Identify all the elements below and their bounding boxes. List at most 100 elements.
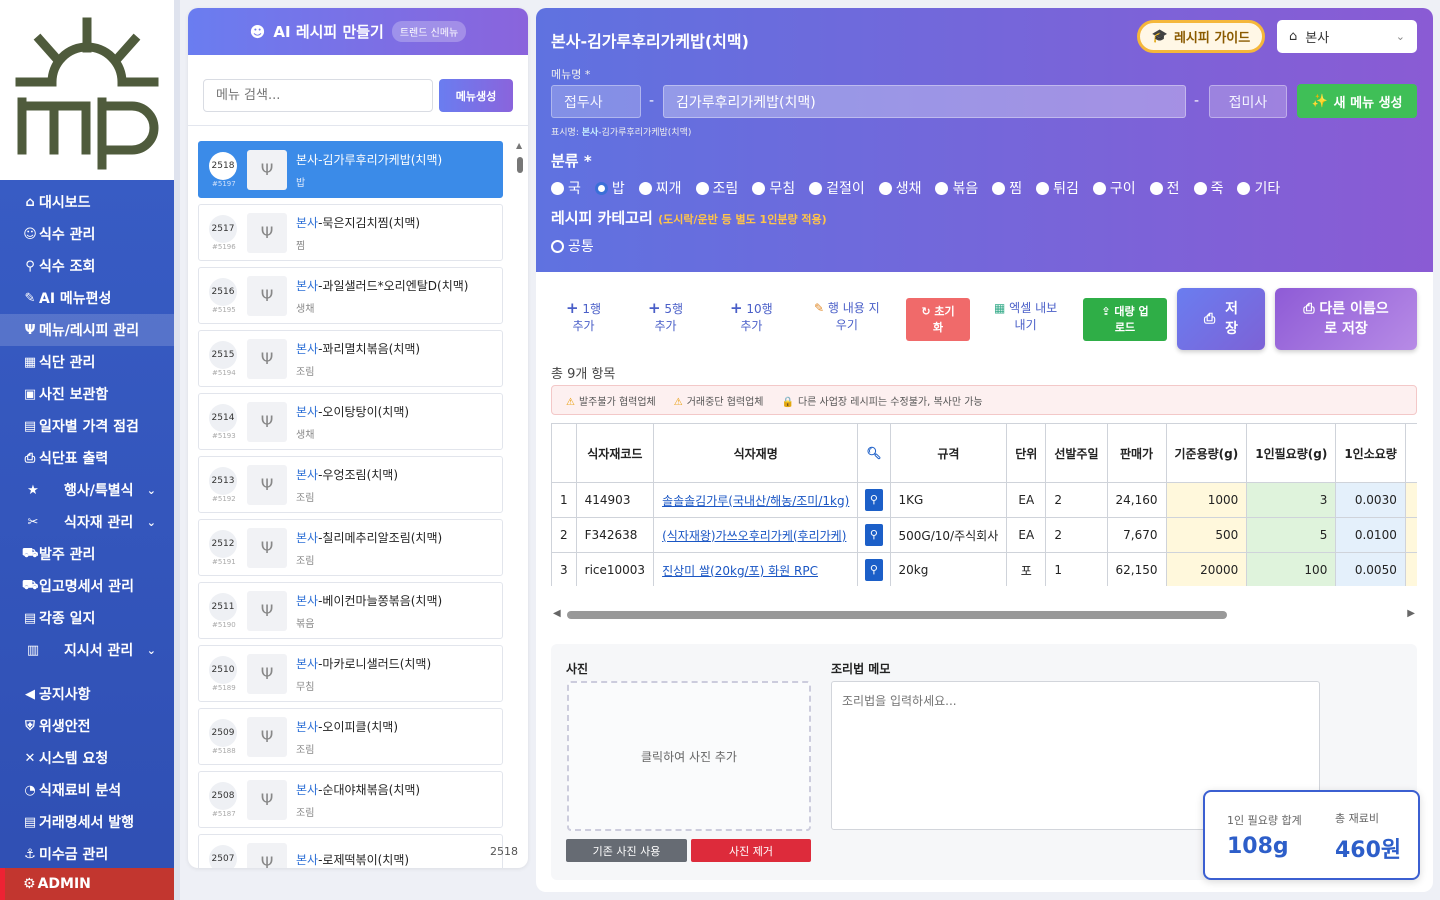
category-radio[interactable]: 찌개 <box>638 178 682 198</box>
table-horizontal-scrollbar[interactable]: ◀ ▶ <box>551 608 1417 622</box>
clear-rows-button[interactable]: ✎ 행 내용 지 우기 <box>814 300 880 334</box>
table-header[interactable]: 판매가 <box>1106 423 1167 483</box>
recipe-name: 본사-마카로니샐러드(치맥) <box>296 656 432 671</box>
category-radio[interactable]: 볶음 <box>935 178 978 198</box>
sidebar-item[interactable]: ▤ 각종 일지 <box>0 602 174 634</box>
sidebar-item[interactable]: ⛨ 위생안전 <box>0 710 174 742</box>
table-header[interactable]: 🔍︎ <box>857 423 891 483</box>
table-header[interactable]: 식자재코드 <box>575 423 655 483</box>
ingredient-name-link[interactable]: 진상미 쌀(20kg/포) 화원 RPC <box>653 552 859 586</box>
recipe-list-item[interactable]: 2511 #5190 Ψ 본사-베이컨마늘쫑볶음(치맥) 볶음 <box>198 582 503 639</box>
table-header[interactable]: 선발주일 <box>1045 423 1108 483</box>
sidebar-item[interactable]: ▦ 식단 관리 <box>0 346 174 378</box>
sidebar-item[interactable]: ▣ 사진 보관함 <box>0 378 174 410</box>
table-row[interactable]: 1 414903 솔솔솔김가루(국내산/해농/조미/1kg) ⚲ 1KG EA 2 24,16… <box>551 482 1417 518</box>
save-as-button[interactable]: ⎙ 다른 이름으 로 저장 <box>1275 288 1417 350</box>
category-radio[interactable]: 죽 <box>1193 178 1223 198</box>
recipe-id: #5192 <box>212 495 236 503</box>
add-5-rows-button[interactable]: + 5행 추가 <box>648 300 683 335</box>
sidebar-item[interactable]: Ψ 메뉴/레시피 관리 <box>0 314 174 346</box>
sidebar-scrollbar[interactable] <box>174 0 180 900</box>
sidebar-item[interactable]: ☺ 식수 관리 <box>0 218 174 250</box>
table-row[interactable]: 2 F342638 (식자재왕)가쓰오후리가케(후리가케) ⚲ 500G/10/주식회사… <box>551 517 1417 553</box>
table-header[interactable]: 단위 <box>1006 423 1047 483</box>
sidebar-item[interactable]: ◀ 공지사항 <box>0 678 174 710</box>
sidebar-item[interactable]: ▤ 거래명세서 발행 <box>0 806 174 838</box>
sidebar-item[interactable]: ▥ 지시서 관리 ⌄ <box>0 634 174 666</box>
sidebar-item[interactable]: ⛟ 발주 관리 <box>0 538 174 570</box>
table-header[interactable]: 1인필요량(g) <box>1246 423 1337 483</box>
sidebar-item[interactable]: ✎ AI 메뉴편성 <box>0 282 174 314</box>
recipe-list-item[interactable]: 2514 #5193 Ψ 본사-오이탕탕이(치맥) 생채 <box>198 393 503 450</box>
table-header[interactable]: 규격 <box>889 423 1008 483</box>
category-radio[interactable]: 국 <box>551 178 581 198</box>
search-icon[interactable]: ⚲ <box>864 524 883 546</box>
ingredient-search-button[interactable]: ⚲ <box>857 552 891 586</box>
sidebar-item[interactable]: ★ 행사/특별식 ⌄ <box>0 474 174 506</box>
category-radio[interactable]: 밥 <box>594 178 625 198</box>
ingredient-search-button[interactable]: ⚲ <box>857 517 891 553</box>
category-radio[interactable]: 생채 <box>878 178 921 198</box>
search-icon[interactable]: ⚲ <box>864 489 883 511</box>
table-header[interactable]: 식자재명 <box>653 423 859 483</box>
table-header[interactable] <box>551 423 577 483</box>
category-radio[interactable]: 겉절이 <box>809 178 865 198</box>
recipe-list-item[interactable]: 2509 #5188 Ψ 본사-오이피클(치맥) 조림 <box>198 708 503 765</box>
sidebar-item[interactable]: ⎙ 식단표 출력 <box>0 442 174 474</box>
prefix-input[interactable]: 접두사 <box>551 85 641 118</box>
menu-name-input[interactable]: 김가루후리가케밥(치맥) <box>663 85 1186 118</box>
category-radio[interactable]: 전 <box>1149 178 1180 198</box>
sidebar-item[interactable]: ⚓ 미수금 관리 <box>0 838 174 870</box>
category-radio[interactable]: 구이 <box>1092 178 1136 198</box>
bulk-upload-button[interactable]: ⇪ 대량 업 로드 <box>1083 298 1167 341</box>
category-radio[interactable]: 무침 <box>752 178 795 198</box>
table-header[interactable]: 1인소요량 <box>1335 423 1406 483</box>
remove-photo-button[interactable]: 사진 제거 <box>691 839 811 862</box>
sidebar-item[interactable]: ◔ 식재료비 분석 <box>0 774 174 806</box>
sidebar-item[interactable]: ✕ 시스템 요청 <box>0 742 174 774</box>
recipe-list-item[interactable]: 2507 Ψ 본사-로제떡볶이(치맥) <box>198 834 503 868</box>
recipe-list-item[interactable]: 2513 #5192 Ψ 본사-우엉조림(치맥) 조림 <box>198 456 503 513</box>
add-1-row-button[interactable]: + 1행 추가 <box>566 300 601 335</box>
menu-search-input[interactable] <box>203 79 433 112</box>
sidebar-item-label: 미수금 관리 <box>39 847 109 863</box>
use-old-photo-button[interactable]: 기존 사진 사용 <box>566 839 687 862</box>
excel-export-button[interactable]: ▦ 엑셀 내보 내기 <box>994 300 1057 334</box>
location-select[interactable]: ⌂ 본사 ⌄ <box>1277 20 1417 53</box>
sidebar-item[interactable]: ⚲ 식수 조회 <box>0 250 174 282</box>
add-10-rows-button[interactable]: + 10행 추가 <box>730 300 773 335</box>
recipe-list-item[interactable]: 2508 #5187 Ψ 본사-순대야채볶음(치맥) 조림 <box>198 771 503 828</box>
recipe-guide-button[interactable]: 🎓 레시피 가이드 <box>1137 20 1265 53</box>
save-button[interactable]: ⎙ 저 장 <box>1177 288 1265 350</box>
reset-button[interactable]: ↻ 초기 화 <box>906 298 970 341</box>
ingredient-name-link[interactable]: (식자재왕)가쓰오후리가케(후리가케) <box>653 517 859 553</box>
table-header[interactable]: 기준용량(g) <box>1165 423 1248 483</box>
category-radio[interactable]: 조림 <box>695 178 738 198</box>
category-radio[interactable]: 기타 <box>1237 178 1280 198</box>
photo-upload-area[interactable]: 클릭하여 사진 추가 <box>567 681 811 831</box>
sidebar-item[interactable]: ⌂ 대시보드 <box>0 186 174 218</box>
sidebar-item[interactable]: ✂ 식자재 관리 ⌄ <box>0 506 174 538</box>
create-menu-button[interactable]: 메뉴생성 <box>439 79 513 112</box>
utensils-icon: Ψ <box>247 590 287 631</box>
recipe-list-item[interactable]: 2510 #5189 Ψ 본사-마카로니샐러드(치맥) 무침 <box>198 645 503 702</box>
search-icon[interactable]: ⚲ <box>864 559 883 581</box>
recipe-category-common[interactable]: 공통 <box>551 236 594 256</box>
suffix-input[interactable]: 접미사 <box>1209 85 1287 118</box>
admin-button[interactable]: ⚙ ADMIN <box>0 868 174 900</box>
recipe-list-item[interactable]: 2515 #5194 Ψ 본사-꽈리멸치볶음(치맥) 조림 <box>198 330 503 387</box>
recipe-list-item[interactable]: 2517 #5196 Ψ 본사-묵은지김치찜(치맥) 찜 <box>198 204 503 261</box>
recipe-list-item[interactable]: 2516 #5195 Ψ 본사-과일샐러드*오리엔탈D(치맥) 생채 <box>198 267 503 324</box>
ingredient-search-button[interactable]: ⚲ <box>857 482 891 518</box>
ai-recipe-header[interactable]: ☻ AI 레시피 만들기 트렌드 신메뉴 <box>188 8 528 55</box>
sidebar-item[interactable]: ⛟ 입고명세서 관리 <box>0 570 174 602</box>
recipe-list-item[interactable]: 2512 #5191 Ψ 본사-칠리메추리알조림(치맥) 조림 <box>198 519 503 576</box>
recipe-list-item[interactable]: 2518 #5197 Ψ 본사-김가루후리가케밥(치맥) 밥 <box>198 141 503 198</box>
ingredient-name-link[interactable]: 솔솔솔김가루(국내산/해농/조미/1kg) <box>653 482 859 518</box>
sidebar-item[interactable]: ▤ 일자별 가격 점검 <box>0 410 174 442</box>
category-radio[interactable]: 튀김 <box>1036 178 1079 198</box>
new-menu-button[interactable]: ✨ 새 메뉴 생성 <box>1297 84 1417 118</box>
recipe-list-scrollbar[interactable]: ▲ <box>516 141 524 861</box>
table-row[interactable]: 3 rice10003 진상미 쌀(20kg/포) 화원 RPC ⚲ 20kg 포 1 62,… <box>551 552 1417 586</box>
category-radio[interactable]: 찜 <box>992 178 1022 198</box>
